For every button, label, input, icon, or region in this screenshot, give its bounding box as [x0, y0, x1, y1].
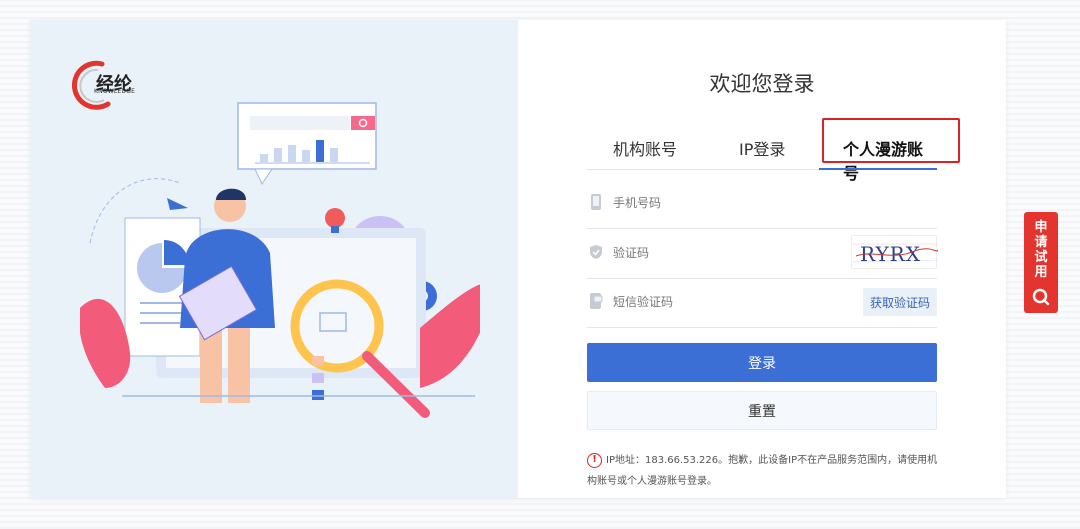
- phone-input[interactable]: [613, 191, 843, 215]
- apply-trial-button[interactable]: 申请试用: [1024, 212, 1058, 313]
- apply-trial-label: 申请试用: [1034, 220, 1048, 280]
- sms-phone-icon: [590, 293, 603, 309]
- reset-button[interactable]: 重置: [587, 391, 937, 430]
- tab-institution-account[interactable]: 机构账号: [613, 136, 677, 160]
- login-button[interactable]: 登录: [587, 343, 937, 382]
- active-tab-underline: [819, 168, 937, 170]
- captcha-input[interactable]: [613, 241, 843, 265]
- phone-icon: [591, 194, 601, 210]
- login-tabs: 机构账号 IP登录 个人漫游账号: [587, 118, 960, 183]
- sms-field: 获取验证码: [587, 278, 937, 328]
- illustration-panel: 经纶 KNOWLEDGE: [30, 20, 518, 498]
- login-illustration: [80, 102, 480, 418]
- tab-ip-login[interactable]: IP登录: [739, 136, 785, 160]
- sms-code-input[interactable]: [613, 290, 843, 314]
- login-panel: 欢迎您登录 机构账号 IP登录 个人漫游账号 手机号码 验证码 RYRX 短信验…: [518, 20, 1006, 498]
- brand-subtitle: KNOWLEDGE: [94, 88, 136, 95]
- page-title: 欢迎您登录: [709, 72, 815, 96]
- captcha-field: RYRX: [587, 229, 939, 279]
- login-card: 经纶 KNOWLEDGE 欢迎您登录 机构账号 IP登录 个人漫游账号 手机号码…: [30, 20, 1006, 498]
- phone-field: [587, 179, 937, 229]
- ip-notice-text: IP地址：183.66.53.226。抱歉，此设备IP不在产品服务范围内，请使用…: [587, 455, 938, 487]
- captcha-image[interactable]: RYRX: [851, 235, 939, 269]
- get-sms-code-button[interactable]: 获取验证码: [863, 288, 937, 316]
- search-icon: [1032, 288, 1050, 306]
- warning-icon: !: [587, 452, 602, 468]
- ip-notice: ! IP地址：183.66.53.226。抱歉，此设备IP不在产品服务范围内，请使…: [587, 450, 941, 492]
- shield-icon: [590, 245, 602, 259]
- active-tab-highlight: [822, 118, 960, 163]
